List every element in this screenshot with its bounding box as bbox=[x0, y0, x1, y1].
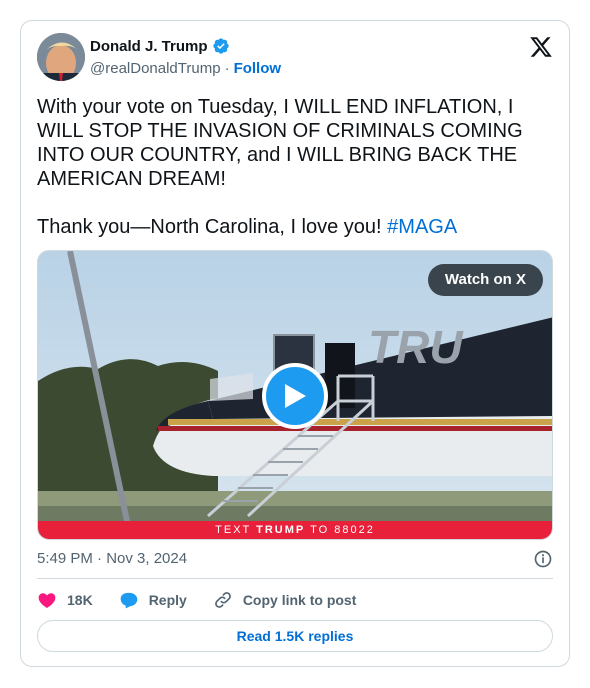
play-button[interactable] bbox=[262, 363, 328, 429]
banner-suffix: TO 88022 bbox=[305, 524, 375, 536]
play-icon bbox=[285, 384, 306, 408]
x-logo-icon[interactable] bbox=[529, 35, 553, 59]
tweet-text: With your vote on Tuesday, I WILL END IN… bbox=[37, 95, 537, 239]
tweet-actions: 18K Reply Copy link to post bbox=[37, 589, 382, 611]
timestamp[interactable]: 5:49 PM · Nov 3, 2024 bbox=[37, 550, 187, 567]
reply-button[interactable]: Reply bbox=[119, 590, 187, 610]
info-icon[interactable] bbox=[533, 549, 553, 569]
tweet-paragraph-1: With your vote on Tuesday, I WILL END IN… bbox=[37, 96, 529, 190]
video-banner: TEXT TRUMP TO 88022 bbox=[38, 521, 552, 539]
timestamp-row: 5:49 PM · Nov 3, 2024 bbox=[37, 550, 553, 570]
heart-icon bbox=[38, 593, 56, 608]
video-media[interactable]: TRU Watch on X TEXT TRUMP TO 88022 bbox=[37, 250, 553, 540]
author-handle[interactable]: @realDonaldTrump bbox=[90, 60, 221, 77]
reply-label: Reply bbox=[148, 592, 187, 608]
tweet-header: Donald J. Trump @realDonaldTrump · Follo… bbox=[37, 33, 553, 83]
divider bbox=[37, 578, 553, 579]
read-replies-button[interactable]: Read 1.5K replies bbox=[37, 620, 553, 652]
reply-bubble-icon bbox=[120, 592, 138, 609]
banner-keyword: TRUMP bbox=[256, 524, 306, 536]
follow-link[interactable]: Follow bbox=[234, 60, 282, 77]
copy-link-button[interactable]: Copy link to post bbox=[213, 590, 357, 610]
plane-lettering: TRU bbox=[368, 321, 464, 373]
author-name[interactable]: Donald J. Trump bbox=[90, 38, 208, 55]
tweet-paragraph-2: Thank you—North Carolina, I love you! #M… bbox=[37, 215, 537, 239]
handle-line: @realDonaldTrump · Follow bbox=[90, 60, 281, 77]
separator-dot: · bbox=[224, 60, 230, 77]
avatar[interactable] bbox=[37, 33, 85, 81]
link-icon bbox=[214, 592, 231, 608]
verified-badge-icon bbox=[212, 37, 230, 55]
tweet-paragraph-2-text: Thank you—North Carolina, I love you! bbox=[37, 216, 388, 238]
likes-count: 18K bbox=[67, 592, 93, 608]
tweet-card: Donald J. Trump @realDonaldTrump · Follo… bbox=[20, 20, 570, 667]
like-button[interactable]: 18K bbox=[37, 590, 93, 610]
hashtag-link[interactable]: #MAGA bbox=[387, 216, 457, 238]
watch-on-x-button[interactable]: Watch on X bbox=[427, 264, 543, 296]
banner-prefix: TEXT bbox=[215, 524, 257, 536]
name-line: Donald J. Trump bbox=[90, 37, 230, 55]
copy-link-label: Copy link to post bbox=[242, 592, 357, 608]
